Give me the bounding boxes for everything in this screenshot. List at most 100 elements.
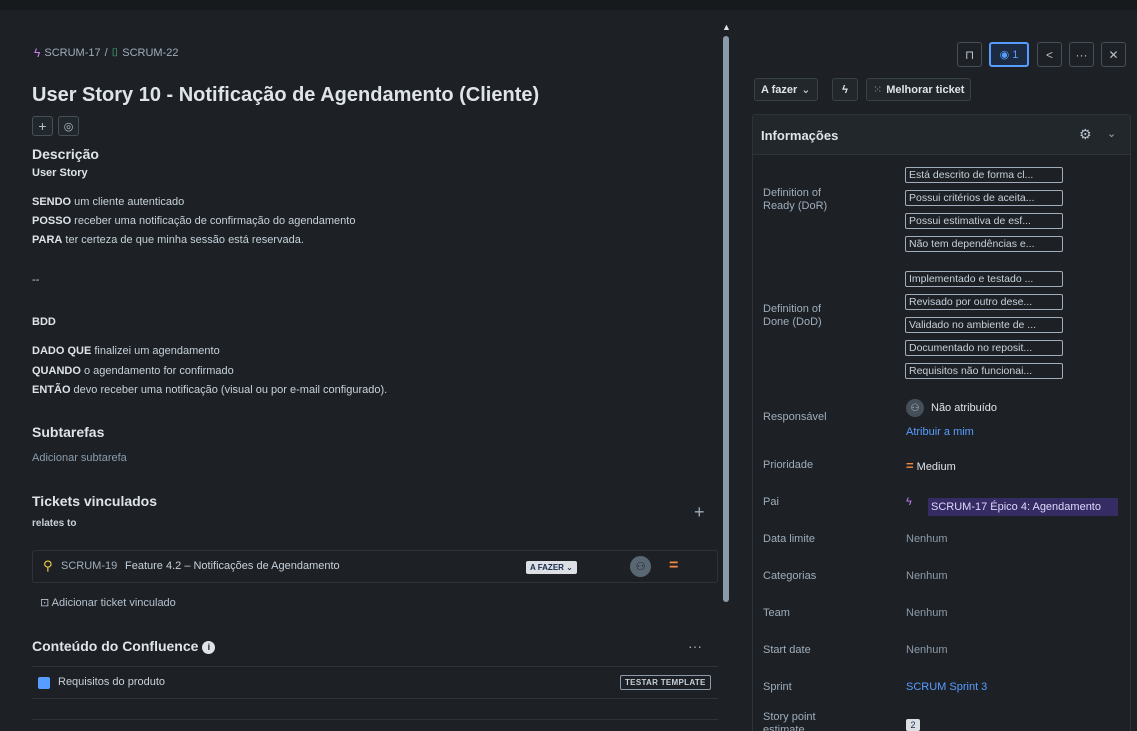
dor-tag[interactable]: Possui estimativa de esf... [905, 213, 1063, 229]
breadcrumb-story-link[interactable]: SCRUM-22 [122, 47, 178, 59]
confluence-page-label[interactable]: Requisitos do produto [58, 676, 165, 688]
eye-icon: ◉ [999, 49, 1010, 61]
test-template-button[interactable]: TESTAR TEMPLATE [620, 675, 711, 690]
sprint-value[interactable]: SCRUM Sprint 3 [906, 681, 987, 693]
dod-tag[interactable]: Revisado por outro dese... [905, 294, 1063, 310]
due-date-label: Data limite [763, 533, 815, 545]
subtasks-heading: Subtarefas [32, 424, 105, 440]
dor-tag[interactable]: Está descrito de forma cl... [905, 167, 1063, 183]
priority-medium-icon: = [906, 458, 914, 473]
start-date-value[interactable]: Nenhum [906, 644, 948, 656]
epic-icon: ϟ [906, 496, 912, 508]
keyword: PARA [32, 234, 63, 246]
confluence-heading-label: Conteúdo do Confluence [32, 638, 199, 654]
confluence-heading: Conteúdo do Confluence i [32, 638, 216, 654]
dod-label: Definition of Done (DoD) [763, 303, 822, 328]
description-posso: POSSO receber uma notificação de confirm… [32, 215, 355, 227]
status-value: A fazer [761, 83, 798, 96]
bdd-heading: BDD [32, 316, 56, 328]
text: ter certeza de que minha sessão está res… [62, 234, 304, 246]
add-button[interactable]: + [32, 116, 53, 136]
parent-link[interactable]: SCRUM-17 Épico 4: Agendamento [928, 498, 1118, 516]
gear-icon[interactable]: ⚙ [1079, 126, 1092, 143]
categories-label: Categorias [763, 570, 817, 582]
lightbulb-icon: ⚲ [43, 558, 53, 573]
add-linked-ticket-button[interactable]: ⊡ Adicionar ticket vinculado [40, 596, 176, 609]
due-date-value[interactable]: Nenhum [906, 533, 948, 545]
share-icon: < [1045, 47, 1053, 62]
text: receber uma notificação de confirmação d… [71, 215, 356, 227]
lightning-icon: ϟ [842, 83, 848, 96]
text: devo receber uma notificação (visual ou … [70, 384, 388, 396]
linked-ticket-status-dropdown[interactable]: A FAZER ⌄ [526, 561, 577, 574]
keyword: QUANDO [32, 365, 81, 377]
story-heading: User Story [32, 167, 88, 179]
description-heading: Descrição [32, 146, 99, 162]
dor-tag[interactable]: Possui critérios de aceita... [905, 190, 1063, 206]
issue-title[interactable]: User Story 10 - Notificação de Agendamen… [32, 84, 539, 107]
info-panel-header[interactable]: Informações ⚙ ⌄ [753, 115, 1130, 155]
automation-button[interactable]: ϟ [832, 78, 858, 101]
dod-tag[interactable]: Validado no ambiente de ... [905, 317, 1063, 333]
story-point-label: Story point estimate [763, 711, 816, 731]
description-sendo: SENDO um cliente autenticado [32, 196, 184, 208]
sparkle-icon: ⁙ [873, 84, 883, 96]
team-value[interactable]: Nenhum [906, 607, 948, 619]
breadcrumb-separator: / [104, 47, 108, 59]
chevron-down-icon: ⌄ [563, 563, 573, 572]
linked-ticket-row[interactable]: ⚲ SCRUM-19 Feature 4.2 – Notificações de… [32, 550, 718, 583]
share-button[interactable]: < [1037, 42, 1062, 67]
dod-tag[interactable]: Requisitos não funcionai... [905, 363, 1063, 379]
improve-ticket-button[interactable]: ⁙ Melhorar ticket [866, 78, 972, 101]
keyword: DADO QUE [32, 345, 92, 357]
dod-tag[interactable]: Documentado no reposit... [905, 340, 1063, 356]
relation-type: relates to [32, 518, 77, 529]
assignee-value[interactable]: Não atribuído [931, 402, 997, 414]
story-point-value[interactable]: 2 [906, 719, 920, 731]
status-dropdown[interactable]: A fazer ⌄ [754, 78, 818, 101]
assignee-avatar-icon[interactable]: ⚇ [630, 556, 651, 577]
text: o agendamento for confirmado [80, 365, 234, 377]
dor-tag[interactable]: Não tem dependências e... [905, 236, 1063, 252]
info-icon[interactable]: i [202, 641, 216, 654]
dod-tag[interactable]: Implementado e testado ... [905, 271, 1063, 287]
sprint-label: Sprint [763, 681, 792, 693]
linked-ticket-key[interactable]: SCRUM-19 [61, 560, 117, 572]
priority-field[interactable]: = Medium [906, 458, 956, 473]
apps-button[interactable]: ◎ [58, 116, 79, 136]
add-linked-plus-icon[interactable]: + [694, 502, 705, 523]
scroll-up-arrow-icon[interactable]: ▲ [722, 22, 731, 32]
add-subtask-link[interactable]: Adicionar subtarefa [32, 452, 127, 464]
close-button[interactable]: ✕ [1101, 42, 1126, 67]
assign-to-me-link[interactable]: Atribuir a mim [906, 426, 974, 438]
close-icon: ✕ [1108, 47, 1119, 62]
settings-circle-icon: ◎ [63, 120, 74, 133]
dor-label: Definition of Ready (DoR) [763, 187, 828, 212]
priority-value: Medium [916, 461, 956, 473]
description-quando: QUANDO o agendamento for confirmado [32, 365, 234, 377]
description-dado: DADO QUE finalizei um agendamento [32, 345, 220, 357]
description-separator: -- [32, 274, 40, 286]
more-button[interactable]: ··· [1069, 42, 1094, 67]
categories-value[interactable]: Nenhum [906, 570, 948, 582]
divider [32, 719, 718, 720]
issue-main-pane: ϟ SCRUM-17 / ⌷ SCRUM-22 User Story 10 - … [18, 10, 718, 731]
linked-tickets-heading: Tickets vinculados [32, 493, 158, 509]
lock-button[interactable]: ⊓ [957, 42, 982, 67]
plus-icon: + [38, 118, 47, 134]
info-panel: Informações ⚙ ⌄ Definition of Ready (DoR… [752, 114, 1131, 731]
status-label: A FAZER [530, 563, 564, 572]
breadcrumb-epic-link[interactable]: SCRUM-17 [44, 47, 100, 59]
linked-ticket-name[interactable]: Feature 4.2 – Notificações de Agendament… [125, 560, 340, 572]
epic-icon: ϟ [34, 46, 41, 60]
story-icon: ⌷ [111, 46, 119, 59]
chevron-down-icon[interactable]: ⌄ [1107, 127, 1116, 140]
assignee-label: Responsável [763, 411, 827, 423]
watch-button[interactable]: ◉ 1 [989, 42, 1029, 67]
scrollbar-thumb[interactable] [723, 36, 729, 602]
more-actions-icon[interactable]: ··· [688, 638, 702, 654]
confluence-page-row[interactable]: Requisitos do produto TESTAR TEMPLATE [32, 666, 718, 699]
improve-ticket-label: Melhorar ticket [886, 83, 965, 96]
description-para: PARA ter certeza de que minha sessão est… [32, 234, 304, 246]
top-strip [0, 0, 1137, 10]
